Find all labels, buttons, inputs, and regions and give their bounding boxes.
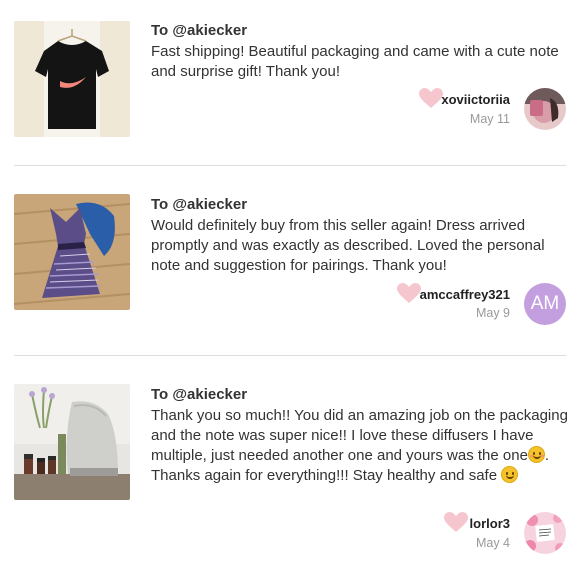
reviewer-username[interactable]: xoviictoriia (441, 92, 510, 107)
review-text: Thank you so much!! You did an amazing j… (151, 406, 571, 486)
review-recipient: To @akiecker (151, 22, 248, 39)
heart-icon[interactable] (444, 512, 468, 533)
avatar-initials: AM (530, 293, 560, 314)
review-text: Fast shipping! Beautiful packaging and c… (151, 43, 559, 80)
review-recipient: To @akiecker (151, 386, 248, 403)
reviewer-username[interactable]: lorlor3 (470, 516, 510, 531)
reviewer-avatar[interactable]: AM (524, 283, 566, 325)
smiling-face-emoji-icon (501, 466, 519, 483)
listing-thumbnail[interactable] (14, 21, 130, 137)
reviewer-avatar[interactable] (524, 88, 566, 130)
review-date: May 4 (475, 536, 510, 550)
reviewer-avatar[interactable] (524, 512, 566, 554)
review-date: May 11 (469, 112, 510, 126)
review-recipient: To @akiecker (151, 196, 248, 213)
smiling-face-emoji-icon (527, 446, 545, 463)
listing-thumbnail[interactable] (14, 194, 130, 310)
review-text-part: Thank you so much!! You did an amazing j… (151, 407, 568, 464)
divider (14, 355, 566, 356)
divider (14, 165, 566, 166)
heart-icon[interactable] (419, 88, 443, 109)
review-date: May 9 (475, 306, 510, 320)
reviewer-username[interactable]: amccaffrey321 (420, 287, 510, 302)
review-text: Would definitely buy from this seller ag… (151, 217, 545, 274)
heart-icon[interactable] (397, 283, 421, 304)
listing-thumbnail[interactable] (14, 384, 130, 500)
